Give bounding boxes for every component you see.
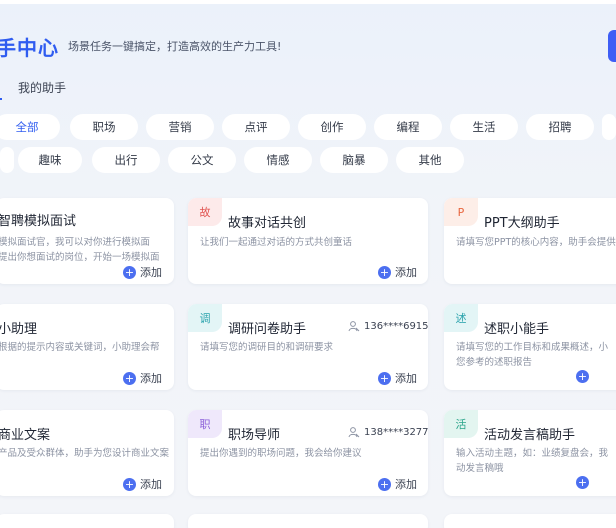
add-button[interactable]: + [576,370,593,383]
user-icon [348,321,360,332]
add-button[interactable]: + 添加 [123,370,162,386]
add-button[interactable]: + 添加 [378,370,417,386]
assistant-card[interactable]: 调 调研问卷助手 136****6915 请填写您的调研目的和调研要求 + 添加 [188,304,428,390]
card-badge: P [444,198,478,226]
card-title: 小助理 [0,322,38,337]
assistant-card[interactable]: 小助理 根据的提示内容或关键词，小助理会帮 + 添加 [0,304,174,390]
card-title: 智聘模拟面试 [0,214,77,229]
assistant-card-partial[interactable] [0,514,174,528]
card-description: 动发言稿哦 [456,463,504,474]
assistant-card-partial[interactable] [188,514,428,528]
card-title: 活动发言稿助手 [484,428,576,443]
category-chip[interactable]: 编程 [374,114,442,140]
add-button[interactable]: + 添加 [123,476,162,492]
card-description: 请填写您PPT的核心内容，助手会提供 [456,237,616,248]
card-description: 根据的提示内容或关键词，小助理会帮 [0,342,160,353]
user-count: 138****3277 [348,426,428,438]
card-description: 请填写您的工作目标和成果概述，小 [456,342,609,353]
assistant-card[interactable]: 商业文案 产品及受众群体，助手为您设计商业文案 + 添加 [0,410,174,496]
category-chip[interactable]: 营销 [146,114,214,140]
plus-icon: + [123,371,136,385]
card-description: 产品及受众群体，助手为您设计商业文案 [0,448,170,459]
card-title: 职场导师 [228,428,281,443]
category-chip[interactable]: 公文 [168,147,236,173]
plus-icon: + [378,265,391,279]
category-chip[interactable]: 点评 [222,114,290,140]
category-chip-partial[interactable] [0,147,14,173]
card-title: 述职小能手 [484,322,550,337]
card-badge: 活 [444,410,478,438]
category-chip[interactable]: 生活 [450,114,518,140]
card-badge: 故 [188,198,222,226]
category-chip[interactable]: 招聘 [526,114,594,140]
page-title: 手中心 [0,36,59,60]
plus-icon: + [576,370,589,383]
card-title: 调研问卷助手 [228,322,307,337]
add-button[interactable]: + 添加 [378,476,417,492]
card-title: PPT大纲助手 [484,216,560,231]
assistant-card[interactable]: 智聘模拟面试 模拟面试官，我可以对你进行模拟面 提出你想面试的岗位，开始一场模拟… [0,198,174,284]
category-chip[interactable]: 情感 [244,147,312,173]
assistant-card[interactable]: 活 活动发言稿助手 输入活动主题，如：业绩复盘会，我 动发言稿哦 + [444,410,616,496]
plus-icon: + [378,371,391,385]
card-badge: 调 [188,304,222,332]
card-description: 提出你遇到的职场问题，我会给你建议 [200,448,362,459]
plus-icon: + [123,477,136,491]
user-count: 136****6915 [348,320,428,332]
category-chip-partial[interactable] [602,114,616,140]
card-title: 商业文案 [0,428,51,443]
top-divider [0,0,616,4]
plus-icon: + [123,265,136,279]
add-button[interactable]: + 添加 [378,264,417,280]
assistant-card[interactable]: 职 职场导师 138****3277 提出你遇到的职场问题，我会给你建议 + 添加 [188,410,428,496]
category-chip[interactable]: 职场 [70,114,138,140]
add-button[interactable]: + [576,476,593,489]
tab-my-assistant[interactable]: 我的助手 [18,79,66,96]
card-badge: 职 [188,410,222,438]
category-chip[interactable]: 趣味 [18,147,82,173]
card-description: 模拟面试官，我可以对你进行模拟面 [0,237,151,248]
corner-action-button[interactable] [608,30,616,62]
add-button[interactable]: + 添加 [123,264,162,280]
card-title: 故事对话共创 [228,216,307,231]
card-badge: 述 [444,304,478,332]
tab-active-indicator [0,98,2,100]
card-description: 让我们一起通过对话的方式共创童话 [200,237,353,248]
assistant-card[interactable]: 述 述职小能手 请填写您的工作目标和成果概述，小 您参考的述职报告 + [444,304,616,390]
plus-icon: + [576,476,589,489]
page-subtitle: 场景任务一键搞定，打造高效的生产力工具! [68,40,282,53]
category-chip[interactable]: 创作 [298,114,366,140]
plus-icon: + [378,477,391,491]
card-description: 请填写您的调研目的和调研要求 [200,342,334,353]
assistant-card-partial[interactable] [444,514,616,528]
category-chip[interactable]: 出行 [92,147,160,173]
assistant-center-page: 手中心 场景任务一键搞定，打造高效的生产力工具! 我的助手 全部 职场 营销 点… [0,0,616,528]
card-description: 输入活动主题，如：业绩复盘会，我 [456,448,609,459]
assistant-card[interactable]: 故 故事对话共创 让我们一起通过对话的方式共创童话 + 添加 [188,198,428,284]
category-chip[interactable]: 其他 [396,147,464,173]
category-chip[interactable]: 脑暴 [320,147,388,173]
card-description: 您参考的述职报告 [456,357,533,368]
user-icon [348,427,360,438]
assistant-card[interactable]: P PPT大纲助手 请填写您PPT的核心内容，助手会提供 [444,198,616,284]
card-description: 提出你想面试的岗位，开始一场模拟面 [0,252,160,263]
category-chip-all[interactable]: 全部 [0,114,60,140]
